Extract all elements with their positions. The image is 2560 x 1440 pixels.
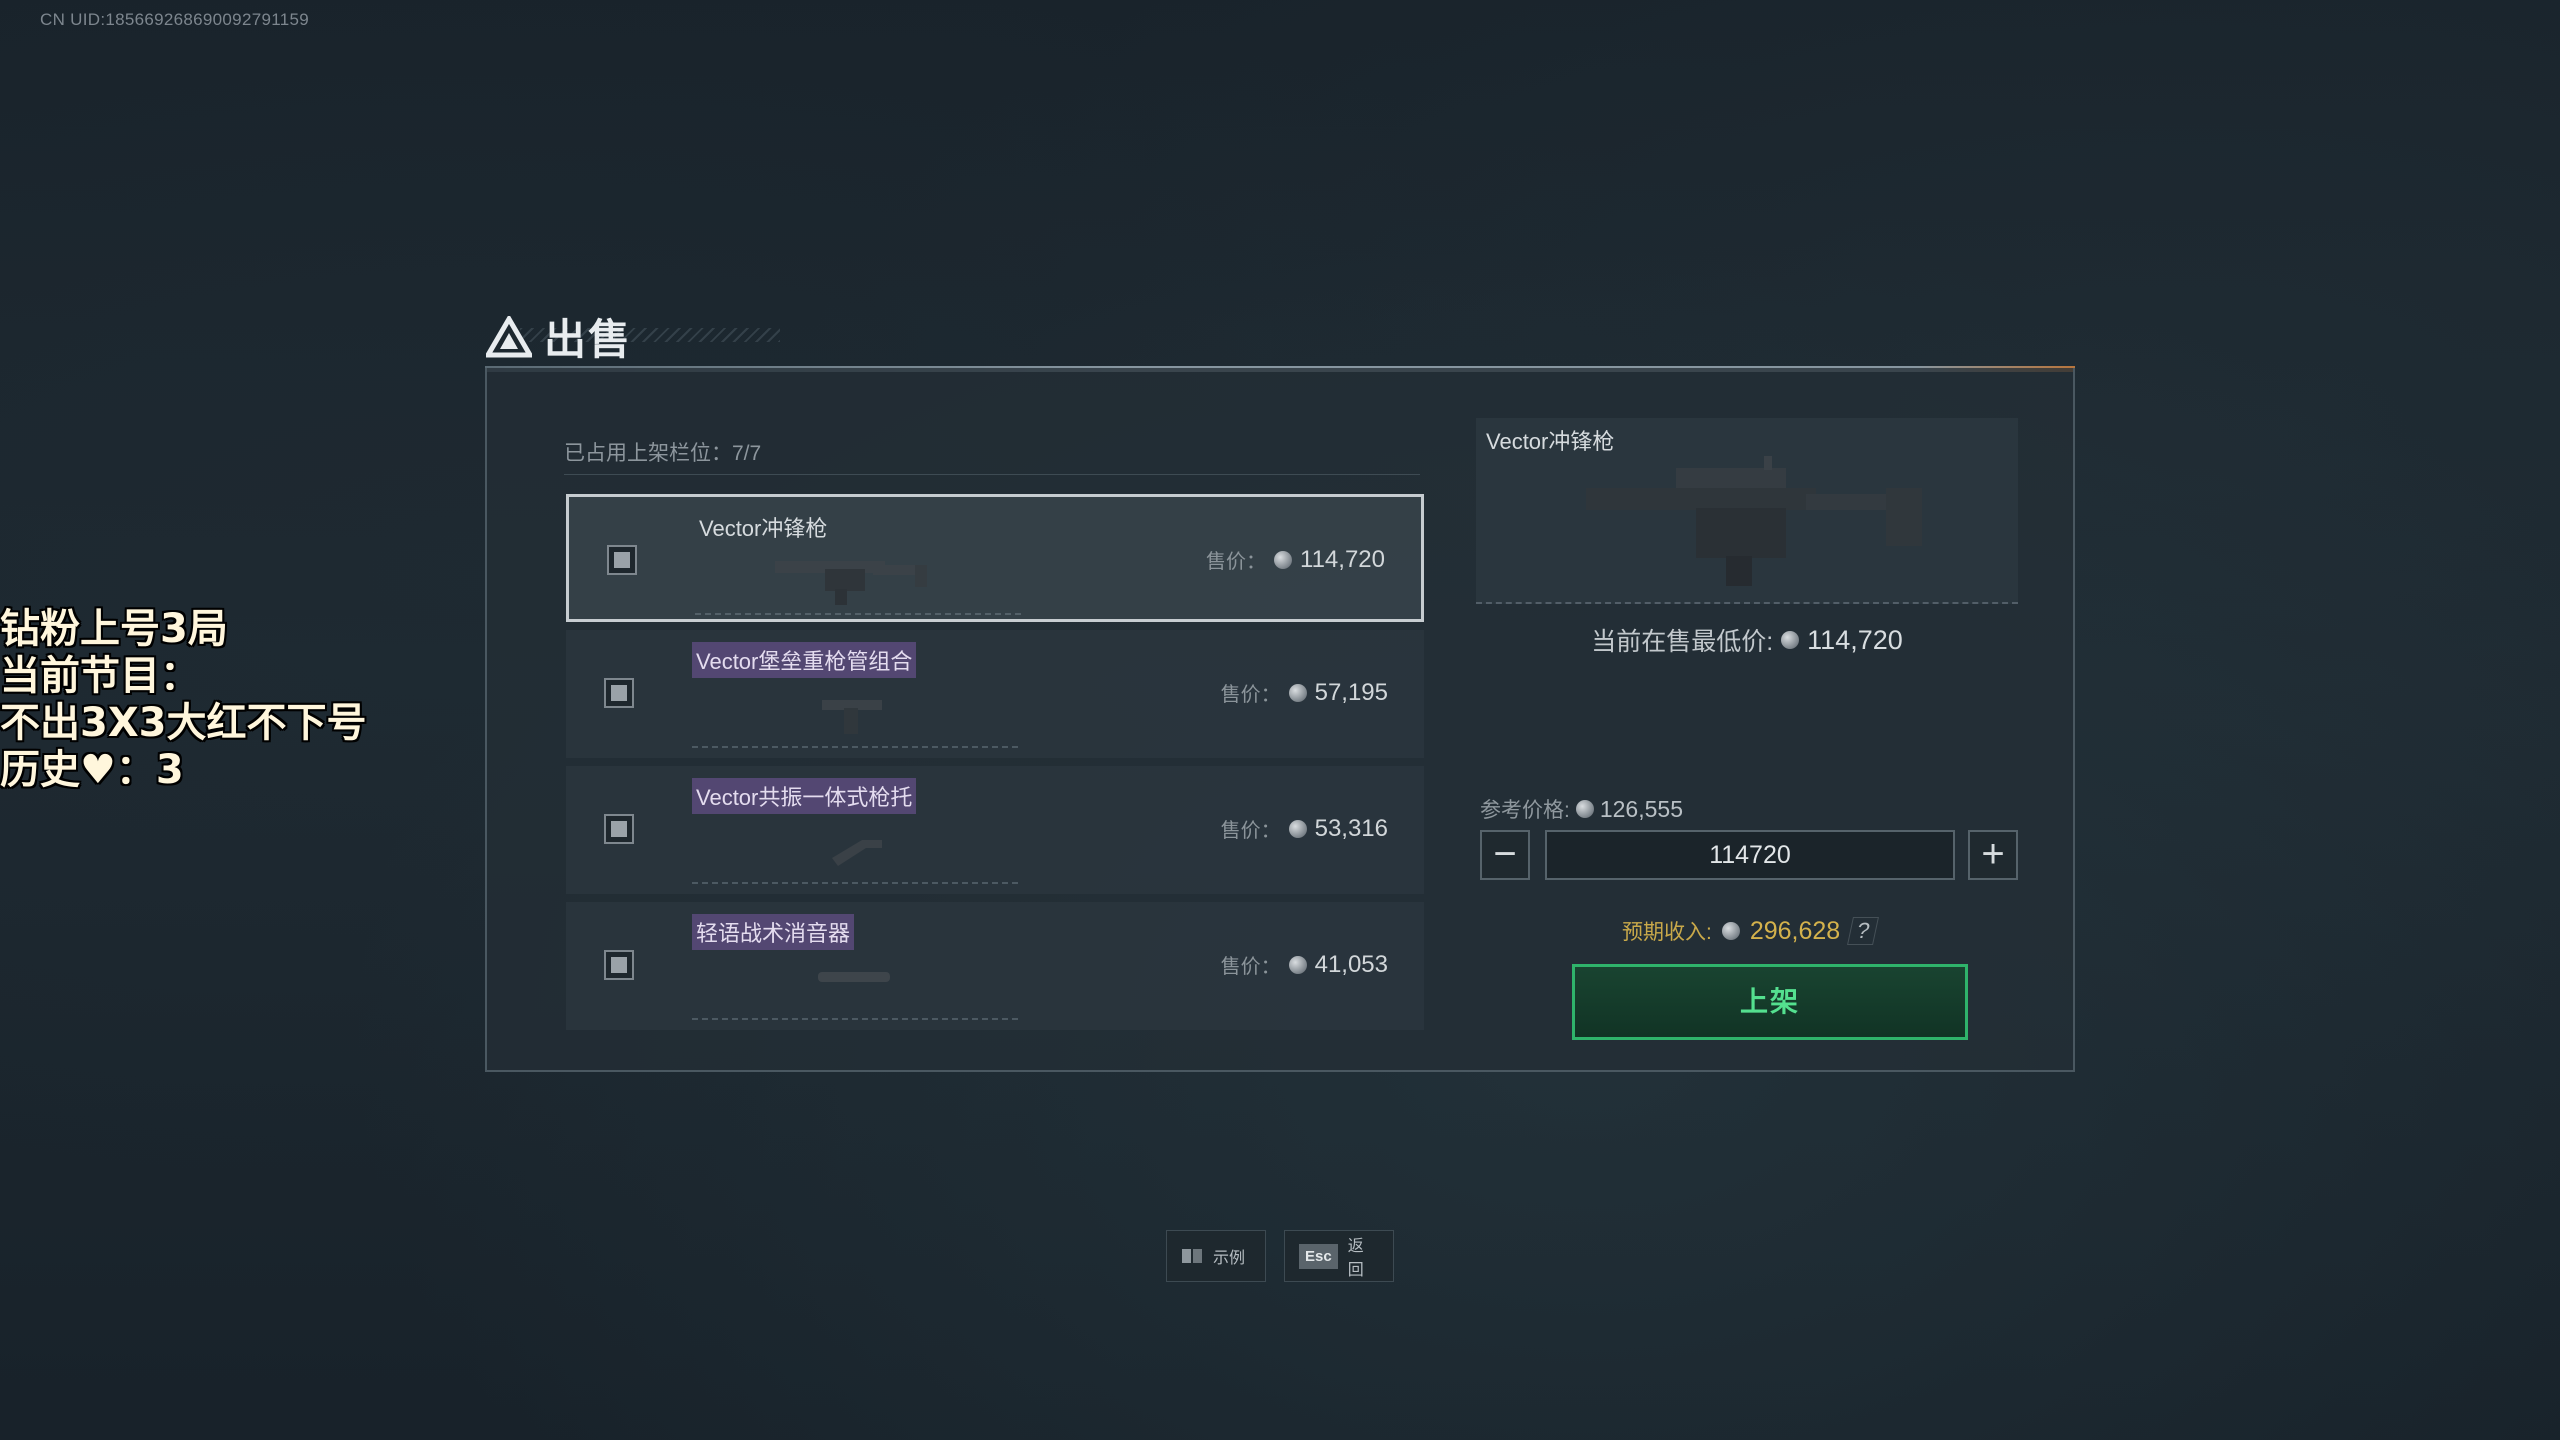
item-checkbox[interactable] xyxy=(604,950,634,980)
item-thumbnail: 轻语战术消音器 xyxy=(692,908,1018,1020)
expected-income-label: 预期收入: xyxy=(1622,921,1712,944)
item-thumbnail: Vector共振一体式枪托 xyxy=(692,772,1018,884)
smg-icon xyxy=(775,561,927,605)
page-title: 出售 xyxy=(544,315,633,364)
sell-item-row[interactable]: Vector堡垒重枪管组合 售价： 57,195 xyxy=(566,630,1424,758)
example-label: 示例 xyxy=(1213,1250,1246,1267)
overlay-history-label: 历史 xyxy=(0,747,80,793)
book-icon xyxy=(1182,1249,1202,1263)
delta-logo-icon xyxy=(486,315,532,357)
item-price: 售价： 53,316 xyxy=(1221,814,1388,843)
lowest-price: 当前在售最低价: 114,720 xyxy=(1476,622,2018,658)
item-price: 售价： 41,053 xyxy=(1221,950,1388,979)
price-value: 114,720 xyxy=(1300,545,1385,573)
overlay-line-4: 历史♥：3 xyxy=(0,747,367,794)
item-price: 售价： 57,195 xyxy=(1221,678,1388,707)
coin-icon xyxy=(1288,683,1307,702)
price-value: 41,053 xyxy=(1314,950,1388,978)
price-input[interactable] xyxy=(1545,830,1955,880)
coin-icon xyxy=(1288,955,1307,974)
suppressor-icon xyxy=(818,972,890,982)
item-thumbnail: Vector堡垒重枪管组合 xyxy=(692,636,1018,748)
item-checkbox[interactable] xyxy=(604,678,634,708)
list-for-sale-button[interactable]: 上架 xyxy=(1572,964,1968,1040)
overlay-history-count: ：3 xyxy=(115,747,184,793)
player-uid: CN UID:18566926869009279115​9 xyxy=(40,10,309,29)
item-checkbox[interactable] xyxy=(607,545,637,575)
lowest-price-value: 114,720 xyxy=(1807,624,1903,655)
heart-icon: ♥ xyxy=(80,747,116,793)
price-value: 57,195 xyxy=(1314,678,1388,706)
coin-icon xyxy=(1575,800,1594,818)
sell-item-row[interactable]: 轻语战术消音器 售价： 41,053 xyxy=(566,902,1424,1030)
reference-price-label: 参考价格: xyxy=(1480,799,1570,822)
increase-price-button[interactable]: + xyxy=(1968,830,2018,880)
item-name: Vector堡垒重枪管组合 xyxy=(692,642,917,678)
reference-price-value: 126,555 xyxy=(1599,795,1683,822)
item-name: Vector共振一体式枪托 xyxy=(692,778,917,814)
esc-key-badge: Esc xyxy=(1299,1243,1338,1269)
item-preview: Vector冲锋枪 xyxy=(1476,418,2018,604)
lowest-price-label: 当前在售最低价: xyxy=(1591,628,1774,656)
listing-slots-label: 已占用上架栏位：7/7 xyxy=(564,442,762,465)
item-name: 轻语战术消音器 xyxy=(692,914,855,950)
coin-icon xyxy=(1288,819,1307,838)
divider xyxy=(564,474,1420,475)
price-label: 售价： xyxy=(1206,551,1267,573)
price-label: 售价： xyxy=(1220,956,1281,978)
overlay-line-1: 钻粉上号3局 xyxy=(0,606,228,652)
overlay-line-2: 当前节目： xyxy=(0,653,200,699)
coin-icon xyxy=(1781,631,1800,649)
window-title-group: 出售 xyxy=(486,306,632,367)
coin-icon xyxy=(1274,550,1293,569)
stream-overlay: 钻粉上号3局 当前节目： 不出3X3大红不下号 历史♥：3 xyxy=(0,606,367,794)
overlay-line-3: 不出3X3大红不下号 xyxy=(0,700,367,746)
back-button[interactable]: Esc 返回 xyxy=(1284,1230,1394,1282)
price-label: 售价： xyxy=(1220,684,1281,706)
coin-icon xyxy=(1721,922,1740,940)
reference-price: 参考价格: 126,555 xyxy=(1480,794,1683,824)
sell-item-row[interactable]: Vector共振一体式枪托 售价： 53,316 xyxy=(566,766,1424,894)
expected-income-value: 296,628 xyxy=(1749,916,1841,945)
example-button[interactable]: 示例 xyxy=(1166,1230,1266,1282)
expected-income: 预期收入: 296,628 ? xyxy=(1622,916,1880,946)
price-label: 售价： xyxy=(1220,820,1281,842)
item-price: 售价： 114,720 xyxy=(1206,545,1385,574)
decrease-price-button[interactable]: − xyxy=(1480,830,1530,880)
item-thumbnail: Vector冲锋枪 xyxy=(695,503,1021,615)
item-checkbox[interactable] xyxy=(604,814,634,844)
stock-icon xyxy=(832,840,882,866)
price-value: 53,316 xyxy=(1314,814,1388,842)
sell-item-row[interactable]: Vector冲锋枪 售价： 114,720 xyxy=(566,494,1424,622)
smg-icon xyxy=(1586,456,1922,586)
item-name: Vector冲锋枪 xyxy=(699,516,828,541)
barrel-icon xyxy=(822,700,882,734)
help-icon[interactable]: ? xyxy=(1847,917,1880,945)
back-label: 返回 xyxy=(1347,1238,1364,1279)
